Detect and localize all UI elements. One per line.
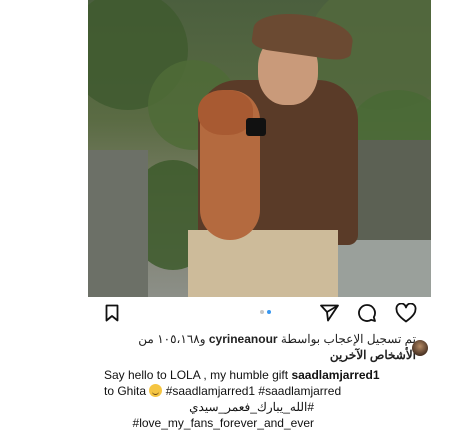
caption-line-2: to Ghita #saadlamjarred1 #saadlamjarred	[104, 383, 430, 399]
caption-line-1: Say hello to LOLA , my humble gift saadl…	[104, 367, 430, 383]
caption-mention[interactable]: saadlamjarred1	[291, 368, 379, 382]
caption-line-3: #الله_يبارك_فعمر_سيدي	[104, 399, 314, 415]
carousel-dot-active	[267, 310, 271, 314]
caption-hashtags[interactable]: #saadlamjarred1 #saadlamjarred	[166, 384, 341, 398]
phone	[246, 118, 266, 136]
puppy-head	[198, 90, 253, 135]
post-caption: Say hello to LOLA , my humble gift saadl…	[104, 367, 430, 431]
laughing-emoji-icon	[149, 384, 163, 397]
liker-avatar[interactable]	[412, 340, 428, 356]
comment-icon[interactable]	[356, 302, 378, 324]
carousel-dot	[260, 310, 264, 314]
person-pants	[188, 230, 338, 297]
caption-text: Say hello to LOLA , my humble gift	[104, 368, 292, 382]
post-action-bar	[88, 297, 431, 329]
carousel-indicator	[260, 310, 271, 314]
post-photo[interactable]	[88, 0, 431, 297]
likes-prefix: تم تسجيل الإعجاب بواسطة	[280, 332, 416, 346]
liker-username[interactable]: cyrineanour	[209, 332, 278, 346]
stone-wall	[88, 150, 148, 297]
likes-summary[interactable]: تم تسجيل الإعجاب بواسطة cyrineanour و١٠٥…	[104, 331, 428, 363]
likes-line-2: الأشخاص الآخرين	[104, 347, 416, 363]
caption-arabic-hashtag[interactable]: #الله_يبارك_فعمر_سيدي	[189, 400, 314, 414]
caption-text: to Ghita	[104, 384, 150, 398]
caption-hashtag[interactable]: love_my_fans_forever_and_ever#	[133, 416, 314, 430]
caption-line-4: love_my_fans_forever_and_ever#	[104, 415, 314, 431]
bookmark-icon[interactable]	[102, 303, 122, 323]
likes-others[interactable]: الأشخاص الآخرين	[330, 348, 416, 362]
likes-line-1: تم تسجيل الإعجاب بواسطة cyrineanour و١٠٥…	[104, 331, 416, 347]
send-icon[interactable]	[318, 303, 340, 323]
likes-count: و١٠٥،١٦٨ من	[138, 332, 206, 346]
heart-icon[interactable]	[394, 302, 418, 324]
